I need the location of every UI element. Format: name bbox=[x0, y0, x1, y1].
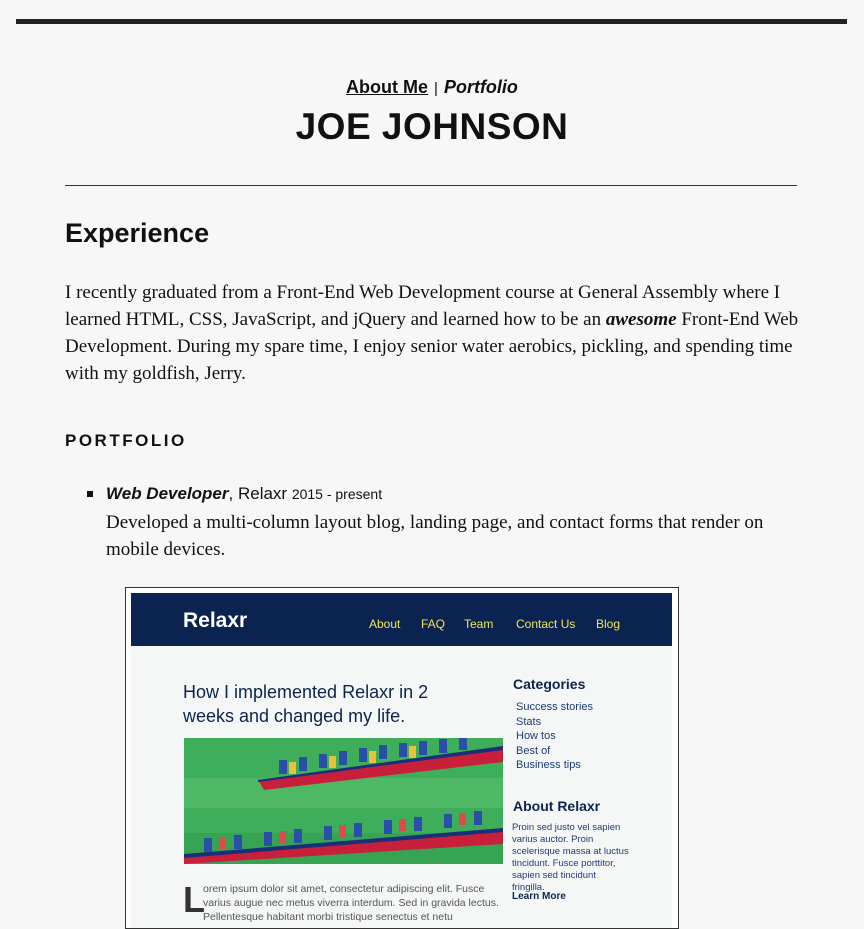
experience-heading: Experience bbox=[65, 218, 210, 248]
screenshot-category: How tos bbox=[516, 730, 556, 742]
header-divider bbox=[65, 185, 797, 186]
screenshot-nav-about: About bbox=[369, 617, 401, 631]
nav-link-about-me[interactable]: About Me bbox=[346, 77, 428, 97]
screenshot-learn-more: Learn More bbox=[512, 891, 566, 902]
job-dates: 2015 - present bbox=[291, 486, 383, 502]
screenshot-category: Success stories bbox=[516, 701, 594, 713]
page-title: JOE JOHNSON bbox=[295, 106, 569, 147]
top-nav: About Me | Portfolio bbox=[0, 77, 864, 98]
screenshot-body-text: orem ipsum dolor sit amet, consectetur a… bbox=[203, 883, 499, 923]
screenshot-categories-heading: Categories bbox=[513, 676, 586, 692]
job-description: Developed a multi-column layout blog, la… bbox=[106, 512, 764, 560]
portfolio-item: Web Developer, Relaxr 2015 - present Dev… bbox=[87, 483, 806, 563]
screenshot-categories-list: Success stories Stats How tos Best of Bu… bbox=[516, 700, 593, 773]
screenshot-about-heading: About Relaxr bbox=[513, 798, 601, 814]
screenshot-nav-team: Team bbox=[464, 617, 494, 631]
screenshot-body: How I implemented Relaxr in 2 weeks and … bbox=[131, 646, 672, 928]
top-border-bar bbox=[16, 19, 847, 24]
bio-paragraph: I recently graduated from a Front-End We… bbox=[65, 279, 800, 387]
screenshot-post-title: How I implemented Relaxr in 2 weeks and … bbox=[183, 682, 429, 726]
bio-emphasis: awesome bbox=[605, 309, 677, 330]
screenshot-dropcap: L bbox=[183, 879, 205, 920]
screenshot-category: Best of bbox=[516, 744, 551, 757]
job-title: Web Developer bbox=[106, 484, 229, 503]
portfolio-screenshot: Relaxr About FAQ Team Contact Us Blog Ho… bbox=[125, 587, 679, 929]
job-company: , Relaxr bbox=[228, 484, 292, 503]
screenshot-category: Stats bbox=[516, 715, 542, 728]
screenshot-logo: Relaxr bbox=[183, 609, 248, 632]
nav-separator: | bbox=[434, 80, 438, 97]
screenshot-nav-contact: Contact Us bbox=[516, 617, 576, 631]
portfolio-heading: PORTFOLIO bbox=[65, 431, 187, 450]
screenshot-nav-blog: Blog bbox=[596, 617, 621, 631]
screenshot-about-text: Proin sed justo vel sapien varius auctor… bbox=[512, 822, 629, 893]
list-bullet bbox=[87, 491, 93, 497]
nav-link-portfolio[interactable]: Portfolio bbox=[444, 77, 518, 97]
screenshot-category: Business tips bbox=[516, 759, 581, 771]
screenshot-header: Relaxr About FAQ Team Contact Us Blog bbox=[131, 593, 672, 646]
dragon-boat-photo bbox=[184, 738, 503, 864]
job-header: Web Developer, Relaxr 2015 - present bbox=[106, 483, 806, 505]
screenshot-nav-faq: FAQ bbox=[421, 617, 446, 631]
